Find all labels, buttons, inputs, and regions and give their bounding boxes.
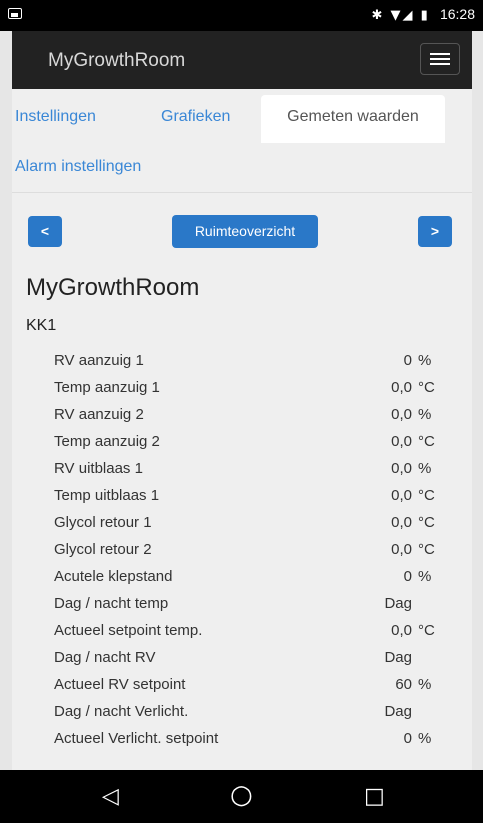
measurement-unit: °C: [418, 379, 435, 396]
measurement-label: RV uitblaas 1: [54, 460, 143, 477]
measurement-label: Dag / nacht Verlicht.: [54, 703, 189, 720]
measurement-label: Temp aanzuig 1: [54, 379, 160, 396]
measurement-value: 0: [403, 568, 412, 585]
hamburger-icon: [430, 53, 450, 55]
measurement-row: Glycol retour 2 0,0 °C: [12, 541, 472, 567]
measurement-row: Glycol retour 1 0,0 °C: [12, 514, 472, 540]
measurement-row: Temp uitblaas 1 0,0 °C: [12, 487, 472, 513]
measurement-value: Dag: [384, 703, 412, 720]
page-title: MyGrowthRoom: [26, 274, 200, 301]
app-navbar: MyGrowthRoom: [12, 31, 472, 89]
measurement-unit: °C: [418, 622, 435, 639]
recents-icon[interactable]: □: [364, 784, 385, 809]
measurement-unit: %: [418, 730, 432, 747]
next-button[interactable]: >: [418, 216, 452, 247]
measurement-row: RV aanzuig 2 0,0 %: [12, 406, 472, 432]
measurement-label: Temp uitblaas 1: [54, 487, 160, 504]
measurement-unit: %: [418, 352, 432, 369]
clock: 16:28: [439, 6, 475, 22]
status-icons: ✱ ▼◢ ▮ 16:28: [372, 6, 476, 23]
measurement-row: Temp aanzuig 2 0,0 °C: [12, 433, 472, 459]
measurement-value: 0,0: [391, 514, 412, 531]
measurement-label: RV aanzuig 2: [54, 406, 144, 423]
measurement-value: 0: [403, 352, 412, 369]
measurement-unit: °C: [418, 514, 435, 531]
measurement-value: 0,0: [391, 622, 412, 639]
measurement-unit: °C: [418, 541, 435, 558]
measurement-row: Actueel Verlicht. setpoint 0 %: [12, 730, 472, 756]
tab-alarm-instellingen[interactable]: Alarm instellingen: [15, 158, 141, 176]
measurement-label: Actueel Verlicht. setpoint: [54, 730, 219, 747]
system-status-icons: ✱ ▼◢ ▮: [371, 8, 430, 23]
main-content: Instellingen Grafieken Gemeten waarden A…: [12, 89, 472, 770]
tab-instellingen[interactable]: Instellingen: [15, 108, 96, 126]
measurement-row: RV aanzuig 1 0 %: [12, 352, 472, 378]
tabs-divider: [12, 192, 472, 193]
chevron-left-icon: <: [40, 223, 50, 239]
measurement-value: 0,0: [391, 460, 412, 477]
measurement-label: RV aanzuig 1: [54, 352, 144, 369]
status-bar: ✱ ▼◢ ▮ 16:28: [0, 0, 483, 31]
measurement-value: Dag: [384, 649, 412, 666]
measurement-row: Dag / nacht RV Dag: [12, 649, 472, 675]
room-overview-button[interactable]: Ruimteoverzicht: [172, 215, 318, 248]
measurement-label: Temp aanzuig 2: [54, 433, 160, 450]
measurement-unit: °C: [418, 487, 435, 504]
gallery-notification-icon: [8, 8, 22, 19]
measurement-unit: °C: [418, 433, 435, 450]
measurement-row: RV uitblaas 1 0,0 %: [12, 460, 472, 486]
measurement-row: Acutele klepstand 0 %: [12, 568, 472, 594]
menu-toggle-button[interactable]: [420, 43, 460, 75]
previous-button[interactable]: <: [28, 216, 62, 247]
tab-grafieken[interactable]: Grafieken: [161, 108, 230, 126]
measurement-row: Dag / nacht Verlicht. Dag: [12, 703, 472, 729]
tab-gemeten-waarden[interactable]: Gemeten waarden: [261, 95, 445, 143]
android-navigation-bar: ◁ ○ □: [0, 770, 483, 823]
measurement-row: Actueel RV setpoint 60 %: [12, 676, 472, 702]
measurement-label: Acutele klepstand: [54, 568, 173, 585]
measurement-label: Glycol retour 1: [54, 514, 152, 531]
measurement-value: 60: [395, 676, 412, 693]
measurement-unit: %: [418, 676, 432, 693]
measurement-value: 0,0: [391, 433, 412, 450]
measurement-label: Dag / nacht RV: [54, 649, 156, 666]
measurement-label: Glycol retour 2: [54, 541, 152, 558]
section-title: KK1: [26, 317, 57, 334]
measurement-row: Dag / nacht temp Dag: [12, 595, 472, 621]
measurement-row: Temp aanzuig 1 0,0 °C: [12, 379, 472, 405]
measurement-value: 0,0: [391, 379, 412, 396]
measurement-unit: %: [418, 406, 432, 423]
measurement-row: Actueel setpoint temp. 0,0 °C: [12, 622, 472, 648]
measurement-unit: %: [418, 568, 432, 585]
measurement-label: Dag / nacht temp: [54, 595, 169, 612]
chevron-right-icon: >: [430, 223, 440, 239]
measurement-value: 0,0: [391, 541, 412, 558]
measurement-label: Actueel setpoint temp.: [54, 622, 203, 639]
measurement-value: 0,0: [391, 406, 412, 423]
app-brand[interactable]: MyGrowthRoom: [48, 50, 185, 72]
measurement-value: 0,0: [391, 487, 412, 504]
measurement-unit: %: [418, 460, 432, 477]
measurement-value: 0: [403, 730, 412, 747]
measurement-label: Actueel RV setpoint: [54, 676, 186, 693]
measurement-value: Dag: [384, 595, 412, 612]
home-icon[interactable]: ○: [230, 780, 253, 810]
back-icon[interactable]: ◁: [102, 784, 119, 809]
